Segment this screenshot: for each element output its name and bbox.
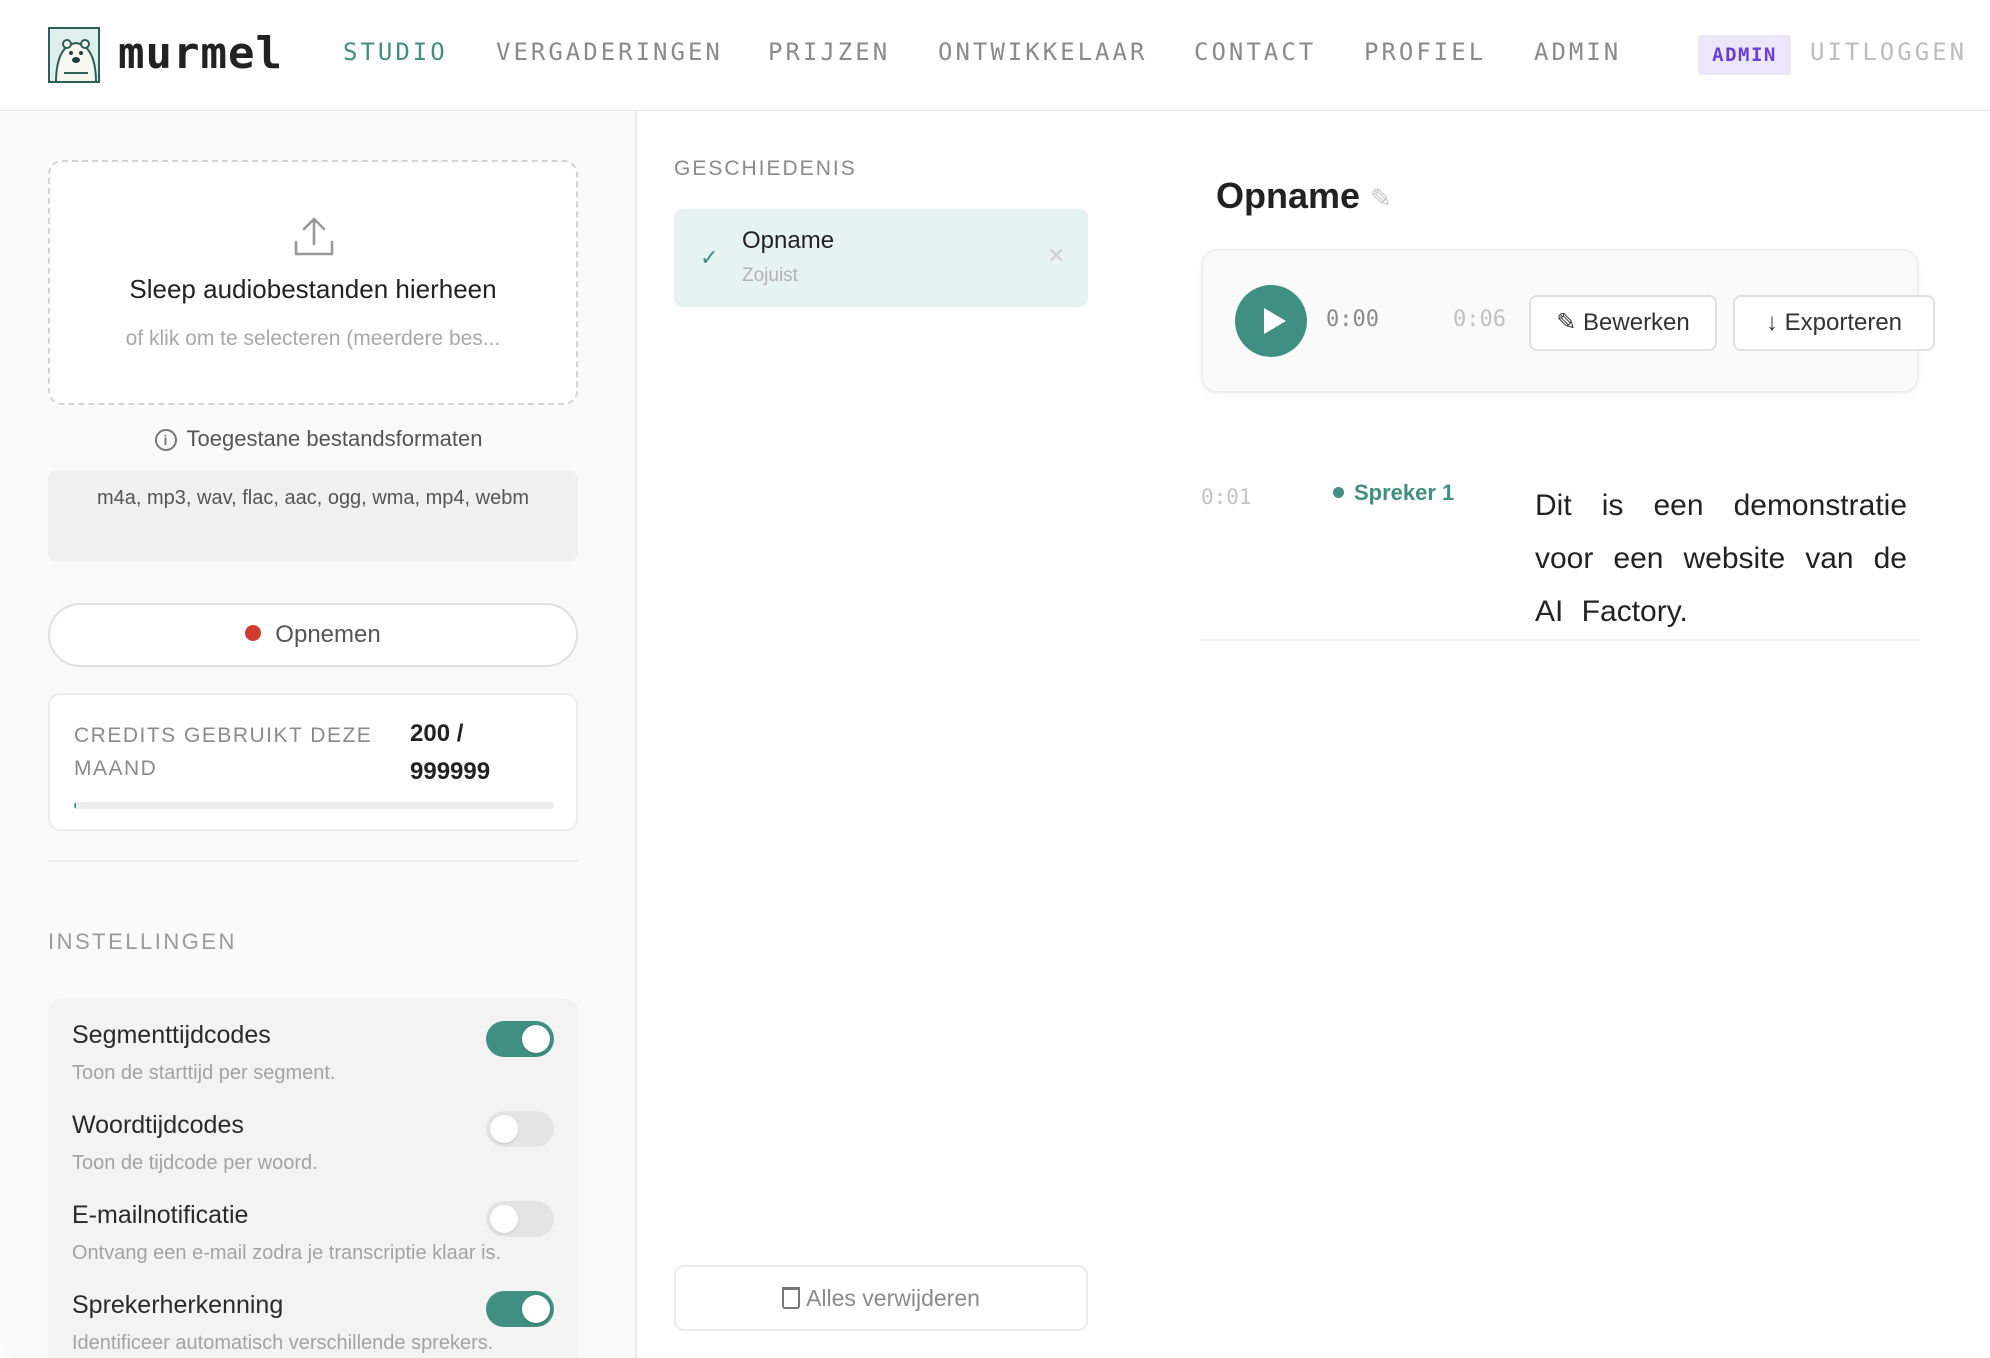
- delete-all-label: Alles verwijderen: [806, 1285, 980, 1311]
- credits-value: 200 / 999999: [410, 720, 491, 785]
- nav-vergaderingen[interactable]: VERGADERINGEN: [496, 38, 723, 66]
- delete-all-button[interactable]: Alles verwijderen: [674, 1265, 1088, 1331]
- formats-heading: i Toegestane bestandsformaten: [0, 426, 635, 452]
- toggle-knob: [490, 1205, 518, 1233]
- speaker-dot-icon: [1333, 487, 1344, 498]
- toggle-knob: [522, 1295, 550, 1323]
- top-navigation: murmel STUDIO VERGADERINGEN PRIJZEN ONTW…: [0, 0, 1990, 111]
- logout-link[interactable]: UITLOGGEN: [1810, 38, 1967, 66]
- nav-contact[interactable]: CONTACT: [1194, 38, 1316, 66]
- nav-studio[interactable]: STUDIO: [343, 38, 448, 66]
- history-item-title: Opname: [742, 227, 835, 254]
- record-button-label: Opnemen: [275, 621, 381, 648]
- setting-description: Toon de tijdcode per woord.: [72, 1152, 318, 1174]
- record-button[interactable]: Opnemen: [48, 603, 578, 667]
- segment-text[interactable]: Dit is een demonstratie voor een website…: [1535, 479, 1907, 638]
- transcript-segment: 0:01 Spreker 1 Dit is een demonstratie v…: [1201, 457, 1919, 641]
- credits-card: CREDITS GEBRUIKT DEZE MAAND 200 / 999999: [48, 693, 578, 831]
- speaker-name: Spreker 1: [1354, 480, 1455, 505]
- divider: [48, 860, 578, 862]
- setting-description: Toon de starttijd per segment.: [72, 1062, 336, 1084]
- edit-title-pencil-icon[interactable]: ✎: [1370, 183, 1392, 214]
- audio-player: 0:00 0:06 ✎ Bewerken ↓ Exporteren: [1201, 249, 1935, 393]
- admin-role-badge: ADMIN: [1698, 35, 1791, 75]
- credits-progress-bar: [74, 802, 554, 809]
- close-icon[interactable]: ✕: [1047, 243, 1065, 269]
- upload-icon: [294, 217, 334, 256]
- transcript-title: Opname: [1216, 175, 1361, 216]
- formats-list: m4a, mp3, wav, flac, aac, ogg, wma, mp4,…: [48, 471, 578, 561]
- dropzone-title: Sleep audiobestanden hierheen: [129, 274, 497, 304]
- segment-timecodes-toggle[interactable]: [486, 1021, 554, 1057]
- setting-description: Identificeer automatisch verschillende s…: [72, 1332, 494, 1354]
- check-icon: ✓: [700, 245, 719, 270]
- export-button[interactable]: ↓ Exporteren: [1733, 295, 1935, 351]
- polar-bear-logo-icon[interactable]: [48, 27, 100, 83]
- history-item-time: Zojuist: [742, 265, 798, 286]
- formats-heading-label: Toegestane bestandsformaten: [186, 426, 483, 451]
- nav-prijzen[interactable]: PRIJZEN: [768, 38, 890, 66]
- speaker-recognition-toggle[interactable]: [486, 1291, 554, 1327]
- history-heading: GESCHIEDENIS: [674, 157, 857, 180]
- toggle-knob: [522, 1025, 550, 1053]
- setting-title: E-mailnotificatie: [72, 1201, 249, 1229]
- settings-card: Segmenttijdcodes Toon de starttijd per s…: [48, 999, 578, 1358]
- left-panel: Sleep audiobestanden hierheen of klik om…: [0, 111, 637, 1358]
- setting-title: Woordtijdcodes: [72, 1111, 244, 1139]
- dropzone-subtitle: of klik om te selecteren (meerdere bes..…: [125, 327, 501, 350]
- upload-dropzone[interactable]: Sleep audiobestanden hierheen of klik om…: [48, 160, 578, 405]
- nav-ontwikkelaar[interactable]: ONTWIKKELAAR: [938, 38, 1147, 66]
- info-icon: i: [154, 429, 177, 451]
- setting-title: Segmenttijdcodes: [72, 1021, 271, 1049]
- word-timecodes-toggle[interactable]: [486, 1111, 554, 1147]
- email-notification-toggle[interactable]: [486, 1201, 554, 1237]
- toggle-knob: [490, 1115, 518, 1143]
- transcript-panel: Opname ✎ 0:00 0:06 ✎ Bewerken ↓ Exporter…: [1117, 111, 1990, 1358]
- edit-button[interactable]: ✎ Bewerken: [1529, 295, 1717, 351]
- setting-title: Sprekerherkenning: [72, 1291, 284, 1319]
- record-dot-icon: [245, 625, 262, 641]
- brand-name[interactable]: murmel: [118, 28, 283, 79]
- trash-icon: [782, 1287, 801, 1309]
- current-time: 0:00: [1326, 307, 1379, 332]
- history-panel: GESCHIEDENIS ✓ Opname Zojuist ✕ Alles ve…: [639, 111, 1117, 1358]
- setting-description: Ontvang een e-mail zodra je transcriptie…: [72, 1242, 502, 1264]
- credits-label: CREDITS GEBRUIKT DEZE MAAND: [74, 724, 373, 780]
- total-duration: 0:06: [1453, 307, 1506, 332]
- nav-admin[interactable]: ADMIN: [1534, 38, 1621, 66]
- credits-progress-fill: [74, 802, 76, 809]
- nav-profiel[interactable]: PROFIEL: [1364, 38, 1486, 66]
- history-item[interactable]: ✓ Opname Zojuist ✕: [674, 209, 1088, 307]
- speaker-label[interactable]: Spreker 1: [1333, 480, 1454, 506]
- play-button[interactable]: [1235, 285, 1307, 357]
- segment-timecode[interactable]: 0:01: [1201, 485, 1252, 509]
- settings-heading: INSTELLINGEN: [48, 929, 237, 954]
